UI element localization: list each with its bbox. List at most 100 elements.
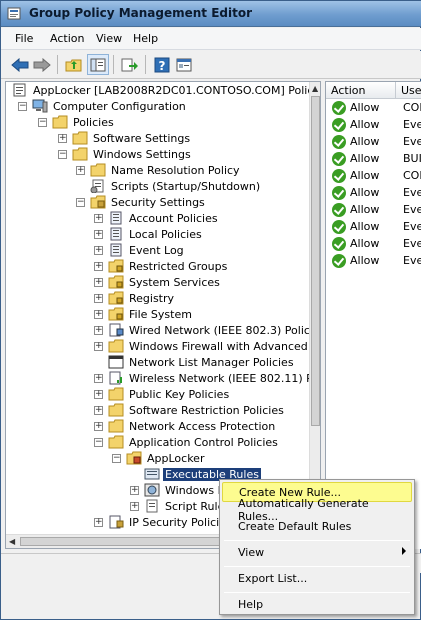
tree-node-registry[interactable]: Registry [108, 290, 176, 306]
list-item[interactable]: AllowCON [326, 99, 421, 116]
tree-node-local-policies[interactable]: Local Policies [108, 226, 204, 242]
expand-toggle[interactable]: + [94, 310, 103, 319]
list-item[interactable]: AllowCON [326, 167, 421, 184]
collapse-toggle[interactable]: − [38, 118, 47, 127]
menu-item-view[interactable]: View [222, 542, 412, 562]
tree-node-script-rules[interactable]: Script Rule [144, 498, 226, 514]
expand-toggle[interactable]: + [94, 246, 103, 255]
toolbar-separator [145, 55, 146, 74]
menu-item-create-default-rules[interactable]: Create Default Rules [222, 516, 412, 536]
menu-file[interactable]: File [15, 32, 33, 45]
tree-node-file-system[interactable]: File System [108, 306, 194, 322]
menu-separator [224, 566, 410, 567]
tree-node-application-control-policies[interactable]: Application Control Policies [108, 434, 280, 450]
tree-node-wired-network[interactable]: Wired Network (IEEE 802.3) Policies [108, 322, 320, 338]
tree-node-network-list-manager[interactable]: Network List Manager Policies [108, 354, 296, 370]
expand-toggle[interactable]: + [58, 134, 67, 143]
wireless-icon [109, 371, 122, 385]
help-button[interactable]: ? [151, 54, 173, 75]
expand-toggle[interactable]: + [94, 406, 103, 415]
tree-node-label: Software Settings [93, 131, 191, 145]
allow-check-icon [332, 100, 346, 115]
list-item[interactable]: AllowEve [326, 252, 421, 269]
scroll-thumb[interactable] [311, 96, 320, 426]
tree-node-windows-settings[interactable]: Windows Settings [72, 146, 193, 162]
tree-node-security-settings[interactable]: Security Settings [90, 194, 207, 210]
expand-toggle[interactable]: + [130, 486, 139, 495]
expand-toggle[interactable]: + [94, 518, 103, 527]
scroll-left-icon[interactable]: ◀ [9, 537, 15, 546]
expand-toggle[interactable]: + [94, 214, 103, 223]
tree-node-network-access-protection[interactable]: Network Access Protection [108, 418, 277, 434]
tree-node-windows-firewall[interactable]: Windows Firewall with Advanced Sec [108, 338, 321, 354]
tree-node-gpo-root[interactable]: AppLocker [LAB2008R2DC01.CONTOSO.COM] Po… [12, 82, 320, 98]
expand-toggle[interactable]: + [94, 374, 103, 383]
tree-node-account-policies[interactable]: Account Policies [108, 210, 220, 226]
menu-item-help[interactable]: Help [222, 594, 412, 614]
tree-node-system-services[interactable]: System Services [108, 274, 222, 290]
list-item[interactable]: AllowEve [326, 116, 421, 133]
expand-toggle[interactable]: + [94, 278, 103, 287]
title-bar[interactable]: Group Policy Management Editor [1, 1, 421, 27]
forward-button[interactable] [31, 54, 53, 75]
network-list-icon [108, 355, 124, 369]
scroll-thumb[interactable] [20, 537, 220, 546]
tree-node-software-settings[interactable]: Software Settings [72, 130, 192, 146]
list-item[interactable]: AllowEve [326, 235, 421, 252]
tree-node-label: System Services [129, 275, 220, 289]
tree-node-label: Public Key Policies [129, 387, 230, 401]
tree-node-name-resolution-policy[interactable]: Name Resolution Policy [90, 162, 242, 178]
expand-toggle[interactable]: + [94, 294, 103, 303]
menu-action[interactable]: Action [50, 32, 84, 45]
tree-node-software-restriction[interactable]: Software Restriction Policies [108, 402, 286, 418]
expand-toggle[interactable]: + [94, 390, 103, 399]
lock-folder-icon [108, 291, 124, 305]
column-header-user[interactable]: User [396, 82, 421, 99]
up-folder-button[interactable] [63, 54, 85, 75]
tree-node-ip-security-policies[interactable]: IP Security Policies [108, 514, 234, 530]
expand-toggle[interactable]: + [94, 262, 103, 271]
folder-icon [72, 147, 88, 161]
tree-node-windows-installer-rules[interactable]: Windows In [144, 482, 230, 498]
list-item[interactable]: AllowEve [326, 184, 421, 201]
rules-icon [144, 468, 160, 480]
tree-node-event-log[interactable]: Event Log [108, 242, 186, 258]
collapse-toggle[interactable]: − [112, 454, 121, 463]
scroll-up-icon[interactable]: ▲ [312, 84, 318, 93]
menu-help[interactable]: Help [133, 32, 158, 45]
expand-toggle[interactable]: + [76, 166, 85, 175]
tree-node-policies[interactable]: Policies [52, 114, 116, 130]
expand-toggle[interactable]: + [94, 326, 103, 335]
expand-toggle[interactable]: + [94, 230, 103, 239]
list-item[interactable]: AllowEve [326, 201, 421, 218]
expand-toggle[interactable]: + [94, 422, 103, 431]
collapse-toggle[interactable]: − [76, 198, 85, 207]
tree-node-restricted-groups[interactable]: Restricted Groups [108, 258, 229, 274]
list-item[interactable]: AllowEve [326, 133, 421, 150]
tree-node-scripts[interactable]: Scripts (Startup/Shutdown) [90, 178, 262, 194]
tree-node-public-key-policies[interactable]: Public Key Policies [108, 386, 231, 402]
collapse-toggle[interactable]: − [58, 150, 67, 159]
column-header-action[interactable]: Action [326, 82, 396, 99]
list-item[interactable]: Allow BUI [326, 150, 421, 167]
collapse-toggle[interactable]: − [18, 102, 27, 111]
export-list-button[interactable] [119, 54, 141, 75]
collapse-toggle[interactable]: − [94, 438, 103, 447]
expand-toggle[interactable]: + [94, 342, 103, 351]
properties-button[interactable] [173, 54, 195, 75]
menu-item-export-list[interactable]: Export List... [222, 568, 412, 588]
tree-node-computer-configuration[interactable]: Computer Configuration [32, 98, 188, 114]
menu-view[interactable]: View [96, 32, 122, 45]
up-folder-icon [65, 59, 82, 71]
list-item[interactable]: AllowEve [326, 218, 421, 235]
show-hide-tree-button[interactable] [87, 54, 109, 75]
back-button[interactable] [9, 54, 31, 75]
forward-icon [33, 57, 51, 72]
tree-node-wireless-network[interactable]: Wireless Network (IEEE 802.11) Polic [108, 370, 320, 386]
expand-toggle[interactable]: + [130, 502, 139, 511]
tree-node-label: Local Policies [129, 227, 202, 241]
tree-node-label: Windows Firewall with Advanced Sec [129, 339, 321, 353]
tree-node-label: Scripts (Startup/Shutdown) [111, 179, 261, 193]
tree-node-applocker[interactable]: AppLocker [126, 450, 206, 466]
tree-vertical-scrollbar[interactable]: ▲ ▼ [309, 82, 320, 534]
